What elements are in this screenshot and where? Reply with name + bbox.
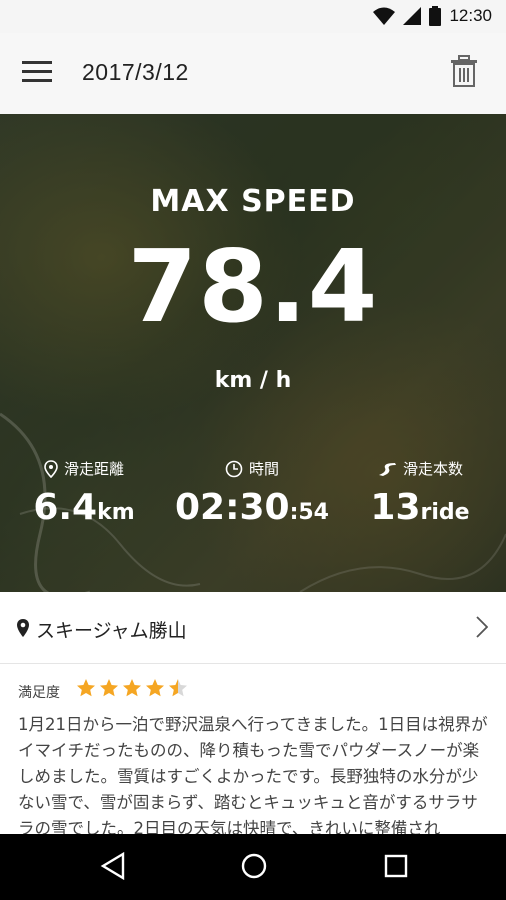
stat-rides-value: 13	[370, 487, 421, 528]
star-icon	[169, 679, 187, 697]
navigation-bar	[0, 834, 506, 900]
trash-icon[interactable]	[450, 55, 478, 87]
stat-time-seconds: :54	[289, 500, 329, 525]
stat-time: 時間 02:30:54	[168, 458, 336, 528]
page-title: 2017/3/12	[82, 59, 189, 85]
menu-icon[interactable]	[22, 61, 52, 85]
star-icon	[77, 679, 95, 697]
status-time: 12:30	[449, 6, 492, 25]
max-speed-panel: MAX SPEED 78.4 km / h 滑走距離 6.4km 時間 02:3…	[0, 114, 506, 592]
stat-distance-value: 6.4	[33, 487, 98, 528]
wifi-icon	[373, 7, 396, 25]
back-icon[interactable]	[100, 852, 126, 880]
stat-distance-unit: km	[97, 500, 135, 525]
recents-icon[interactable]	[383, 852, 409, 880]
signal-icon	[403, 7, 422, 25]
location-row[interactable]: スキージャム勝山	[0, 592, 506, 664]
satisfaction-stars	[76, 678, 188, 698]
ski-run-icon	[378, 462, 396, 476]
max-speed-value: 78.4	[127, 228, 379, 345]
chevron-right-icon[interactable]	[476, 616, 488, 638]
clock-icon	[225, 460, 243, 477]
satisfaction-label: 満足度	[18, 685, 60, 701]
home-icon[interactable]	[240, 852, 268, 880]
review-text: 1月21日から一泊で野沢温泉へ行ってきました。1日目は視界がイマイチだったものの…	[18, 715, 488, 838]
star-icon	[146, 679, 164, 697]
location-name: スキージャム勝山	[36, 620, 187, 642]
max-speed-label: MAX SPEED	[150, 184, 356, 219]
stat-rides-label: 滑走本数	[402, 460, 463, 478]
max-speed-unit: km / h	[214, 368, 292, 393]
stat-rides: 滑走本数 13ride	[336, 458, 504, 528]
stat-rides-unit: ride	[420, 500, 470, 525]
status-icons: 12:30	[373, 6, 492, 26]
stat-distance: 滑走距離 6.4km	[0, 458, 168, 528]
location-pin-icon	[17, 619, 29, 637]
stat-distance-label: 滑走距離	[63, 460, 124, 478]
review-section: 満足度 1月21日から一泊で野沢温泉へ行ってきました。1日目は視界がイマイチだっ…	[0, 664, 506, 838]
app-bar: 2017/3/12	[0, 33, 506, 114]
battery-icon	[429, 6, 442, 26]
status-bar: 12:30	[0, 0, 506, 33]
star-icon	[100, 679, 118, 697]
star-icon	[123, 679, 141, 697]
location-pin-icon	[44, 459, 58, 478]
stat-time-value: 02:30	[174, 487, 290, 528]
stat-time-label: 時間	[248, 460, 279, 478]
